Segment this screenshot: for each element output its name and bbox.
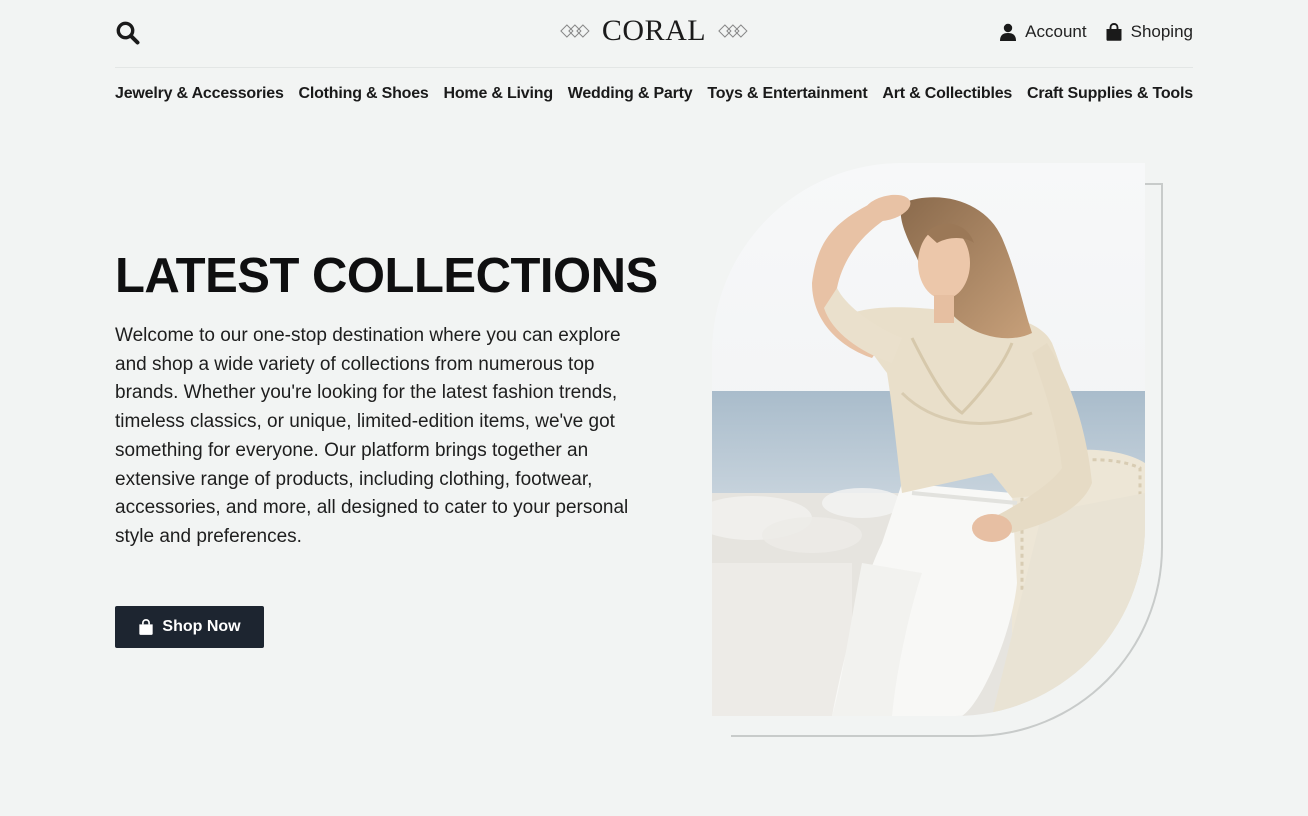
- shopping-label: Shoping: [1130, 22, 1193, 41]
- header-actions: Account Shoping: [999, 22, 1193, 42]
- shop-now-button[interactable]: Shop Now: [115, 606, 264, 648]
- logo[interactable]: CORAL: [560, 14, 748, 48]
- search-icon: [116, 21, 140, 45]
- nav-item-art-collectibles[interactable]: Art & Collectibles: [882, 85, 1012, 103]
- shopping-link[interactable]: Shoping: [1105, 22, 1193, 42]
- shopping-bag-icon: [1106, 23, 1122, 41]
- nav-item-toys-entertainment[interactable]: Toys & Entertainment: [707, 85, 867, 103]
- search-button[interactable]: [115, 20, 141, 46]
- ornament-icon: [560, 24, 590, 38]
- category-nav: Jewelry & Accessories Clothing & Shoes H…: [115, 85, 1193, 103]
- nav-item-craft-supplies-tools[interactable]: Craft Supplies & Tools: [1027, 85, 1193, 103]
- site-header: CORAL Account Shoping: [115, 0, 1193, 68]
- model-photo-illustration: [712, 163, 1145, 716]
- hero-description: Welcome to our one-stop destination wher…: [115, 325, 629, 547]
- nav-item-home-living[interactable]: Home & Living: [443, 85, 553, 103]
- account-link[interactable]: Account: [999, 22, 1087, 42]
- nav-item-wedding-party[interactable]: Wedding & Party: [568, 85, 693, 103]
- shop-now-label: Shop Now: [162, 618, 241, 635]
- ornament-icon: [718, 24, 748, 38]
- hero-image: [712, 163, 1145, 716]
- user-icon: [1000, 23, 1017, 41]
- account-label: Account: [1025, 22, 1087, 41]
- logo-text: CORAL: [601, 14, 707, 47]
- nav-item-jewelry-accessories[interactable]: Jewelry & Accessories: [115, 85, 284, 103]
- page: CORAL Account Shoping Jewelry & Accessor…: [0, 0, 1308, 816]
- nav-item-clothing-shoes[interactable]: Clothing & Shoes: [299, 85, 429, 103]
- shopping-bag-icon: [139, 619, 154, 635]
- hero-title: LATEST COLLECTIONS: [115, 249, 658, 303]
